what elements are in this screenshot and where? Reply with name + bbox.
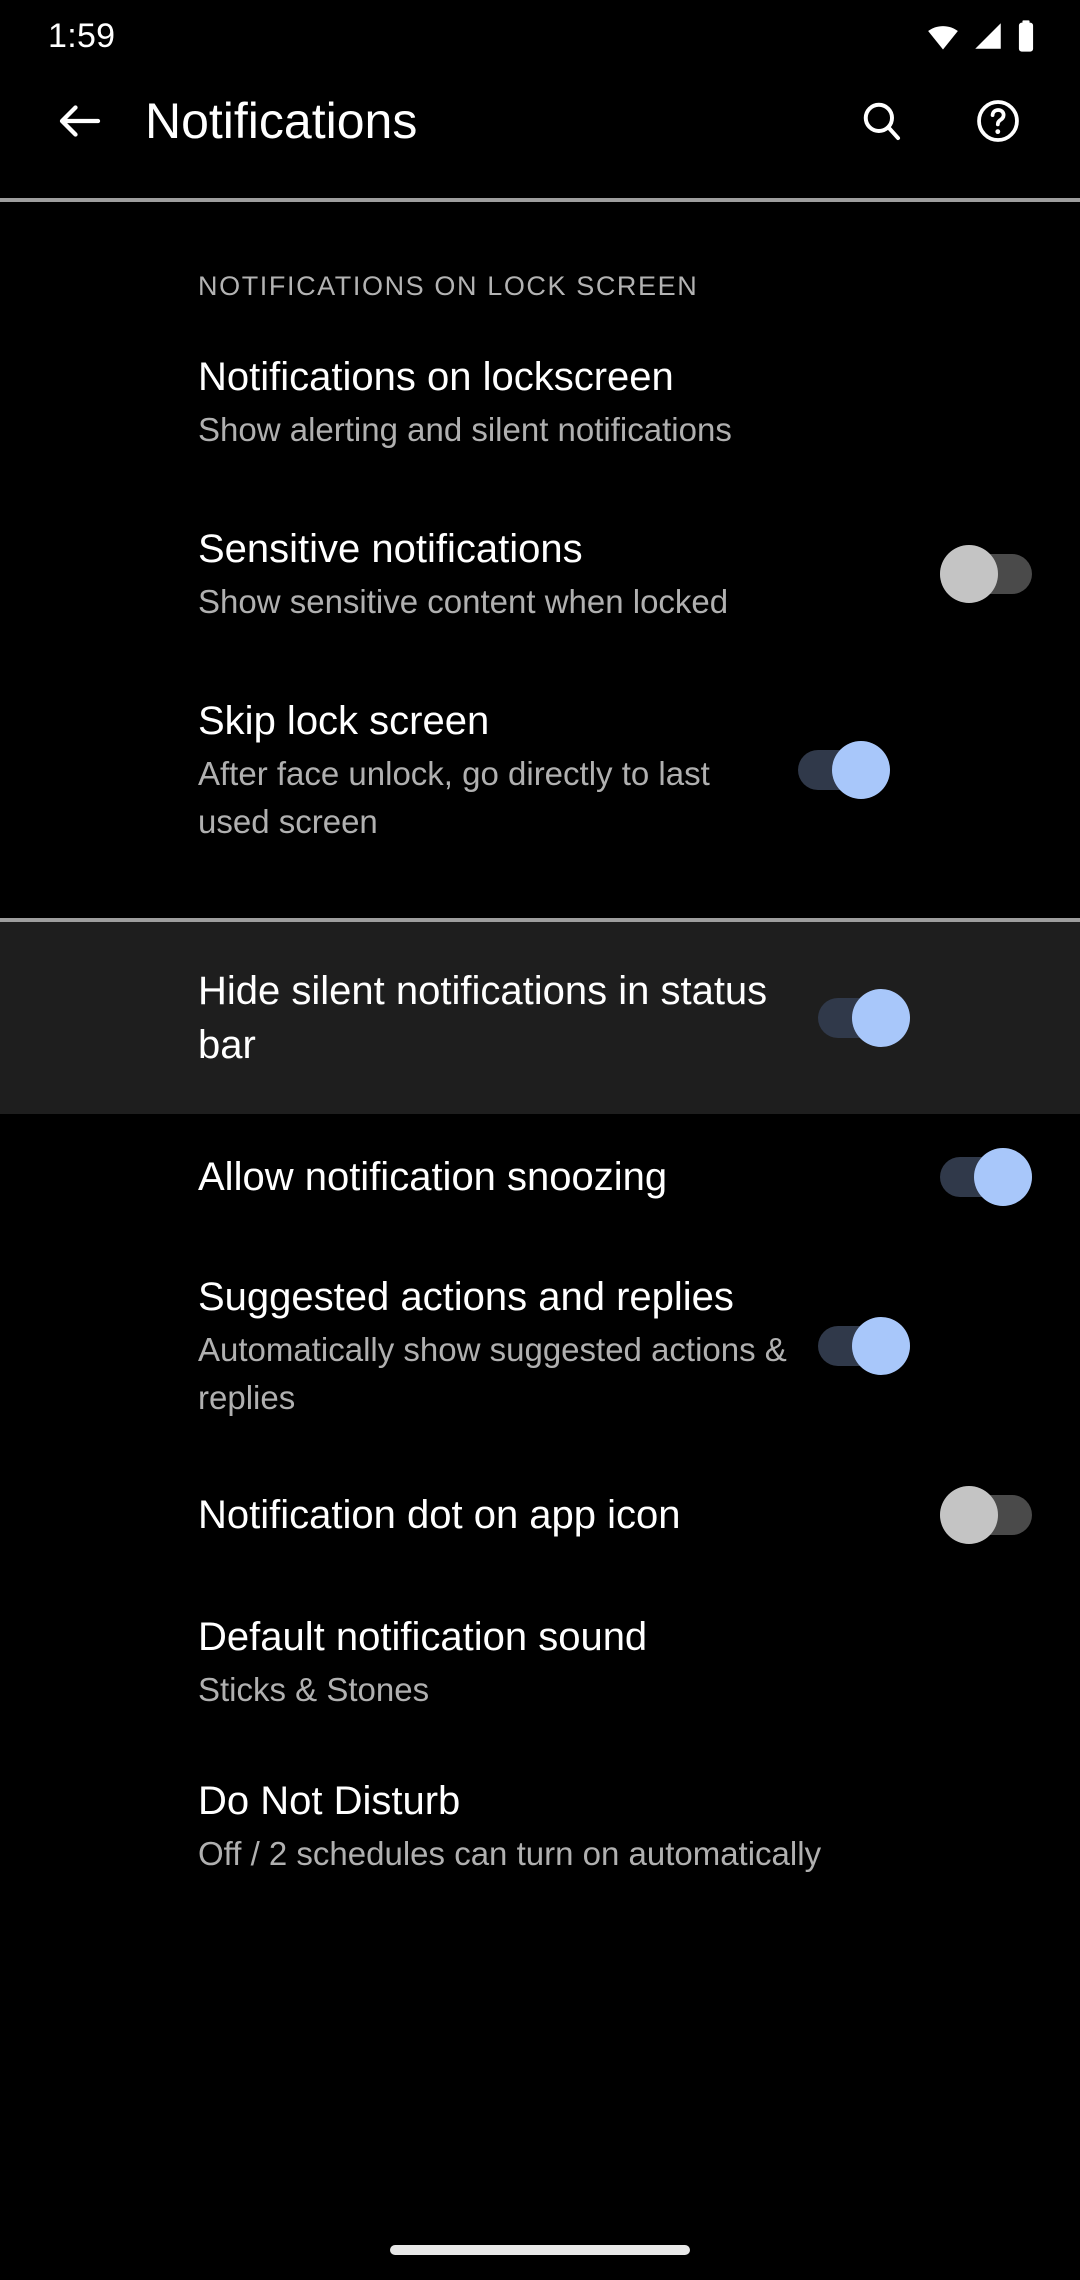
toggle-thumb bbox=[974, 1148, 1032, 1206]
back-arrow-icon[interactable] bbox=[42, 83, 118, 159]
row-text: Default notification sound Sticks & Ston… bbox=[198, 1610, 1032, 1714]
appbar-bottom-spacer bbox=[0, 170, 1080, 198]
list-item-allow-notification-snoozing[interactable]: Allow notification snoozing bbox=[0, 1114, 1080, 1240]
list-item-skip-lock-screen[interactable]: Skip lock screen After face unlock, go d… bbox=[0, 658, 1080, 878]
row-text: Sensitive notifications Show sensitive c… bbox=[198, 522, 940, 626]
navigation-bar bbox=[0, 2220, 1080, 2280]
section-top-spacer bbox=[0, 202, 1080, 262]
list-item-hide-silent-notifications[interactable]: Hide silent notifications in status bar bbox=[0, 922, 1080, 1114]
row-text: Notifications on lockscreen Show alertin… bbox=[198, 350, 1032, 454]
home-gesture-pill[interactable] bbox=[390, 2245, 690, 2255]
list-item-subtitle: Show alerting and silent notifications bbox=[198, 411, 732, 448]
list-item-do-not-disturb[interactable]: Do Not Disturb Off / 2 schedules can tur… bbox=[0, 1740, 1080, 1904]
section-header-lock-screen: NOTIFICATIONS ON LOCK SCREEN bbox=[198, 270, 699, 301]
help-circle-icon[interactable] bbox=[960, 83, 1036, 159]
toggle-thumb bbox=[940, 1486, 998, 1544]
toggle-thumb bbox=[852, 1317, 910, 1375]
list-item-notifications-on-lockscreen[interactable]: Notifications on lockscreen Show alertin… bbox=[0, 310, 1080, 486]
list-item-subtitle: Show sensitive content when locked bbox=[198, 583, 729, 620]
toggle-skip-lock-screen[interactable] bbox=[798, 741, 890, 799]
list-item-title: Default notification sound bbox=[198, 1615, 648, 1659]
row-text: Skip lock screen After face unlock, go d… bbox=[198, 694, 798, 846]
list-item-subtitle: Automatically show suggested actions & r… bbox=[198, 1331, 787, 1416]
list-item-title: Notifications on lockscreen bbox=[198, 355, 674, 399]
row-text: Hide silent notifications in status bar bbox=[198, 964, 818, 1072]
toggle-sensitive-notifications[interactable] bbox=[940, 545, 1032, 603]
row-text: Allow notification snoozing bbox=[198, 1150, 940, 1204]
row-text: Suggested actions and replies Automatica… bbox=[198, 1270, 818, 1422]
battery-icon bbox=[1016, 19, 1036, 53]
settings-list-lock-screen: Notifications on lockscreen Show alertin… bbox=[0, 310, 1080, 878]
list-item-subtitle: Off / 2 schedules can turn on automatica… bbox=[198, 1835, 822, 1872]
list-item-title: Suggested actions and replies bbox=[198, 1275, 734, 1319]
list-item-title: Skip lock screen bbox=[198, 699, 490, 743]
toggle-hide-silent-notifications[interactable] bbox=[818, 989, 910, 1047]
search-icon[interactable] bbox=[844, 83, 920, 159]
row-text: Notification dot on app icon bbox=[198, 1488, 940, 1542]
list-item-suggested-actions-and-replies[interactable]: Suggested actions and replies Automatica… bbox=[0, 1240, 1080, 1452]
row-text: Do Not Disturb Off / 2 schedules can tur… bbox=[198, 1774, 1032, 1878]
toggle-thumb bbox=[940, 545, 998, 603]
app-bar: Notifications bbox=[0, 72, 1080, 170]
toggle-notification-dot-on-app-icon[interactable] bbox=[940, 1486, 1032, 1544]
list-item-sensitive-notifications[interactable]: Sensitive notifications Show sensitive c… bbox=[0, 486, 1080, 658]
status-bar: 1:59 bbox=[0, 0, 1080, 72]
list-item-subtitle: Sticks & Stones bbox=[198, 1671, 430, 1708]
page-title: Notifications bbox=[145, 93, 418, 149]
cellular-signal-icon bbox=[971, 19, 1005, 53]
list-item-subtitle: After face unlock, go directly to last u… bbox=[198, 755, 710, 840]
section-gap-spacer bbox=[0, 878, 1080, 918]
status-time: 1:59 bbox=[48, 16, 116, 55]
list-item-default-notification-sound[interactable]: Default notification sound Sticks & Ston… bbox=[0, 1578, 1080, 1740]
toggle-thumb bbox=[852, 989, 910, 1047]
wifi-icon bbox=[926, 19, 960, 53]
list-item-title: Notification dot on app icon bbox=[198, 1493, 681, 1537]
list-item-title: Sensitive notifications bbox=[198, 527, 583, 571]
toggle-thumb bbox=[832, 741, 890, 799]
list-item-title: Do Not Disturb bbox=[198, 1779, 461, 1823]
list-item-title: Allow notification snoozing bbox=[198, 1155, 668, 1199]
list-item-notification-dot-on-app-icon[interactable]: Notification dot on app icon bbox=[0, 1452, 1080, 1578]
list-item-title: Hide silent notifications in status bar bbox=[198, 969, 768, 1067]
toggle-suggested-actions-and-replies[interactable] bbox=[818, 1317, 910, 1375]
status-icons-group bbox=[926, 19, 1036, 53]
toggle-allow-notification-snoozing[interactable] bbox=[940, 1148, 1032, 1206]
settings-list-general: Hide silent notifications in status bar … bbox=[0, 922, 1080, 1904]
